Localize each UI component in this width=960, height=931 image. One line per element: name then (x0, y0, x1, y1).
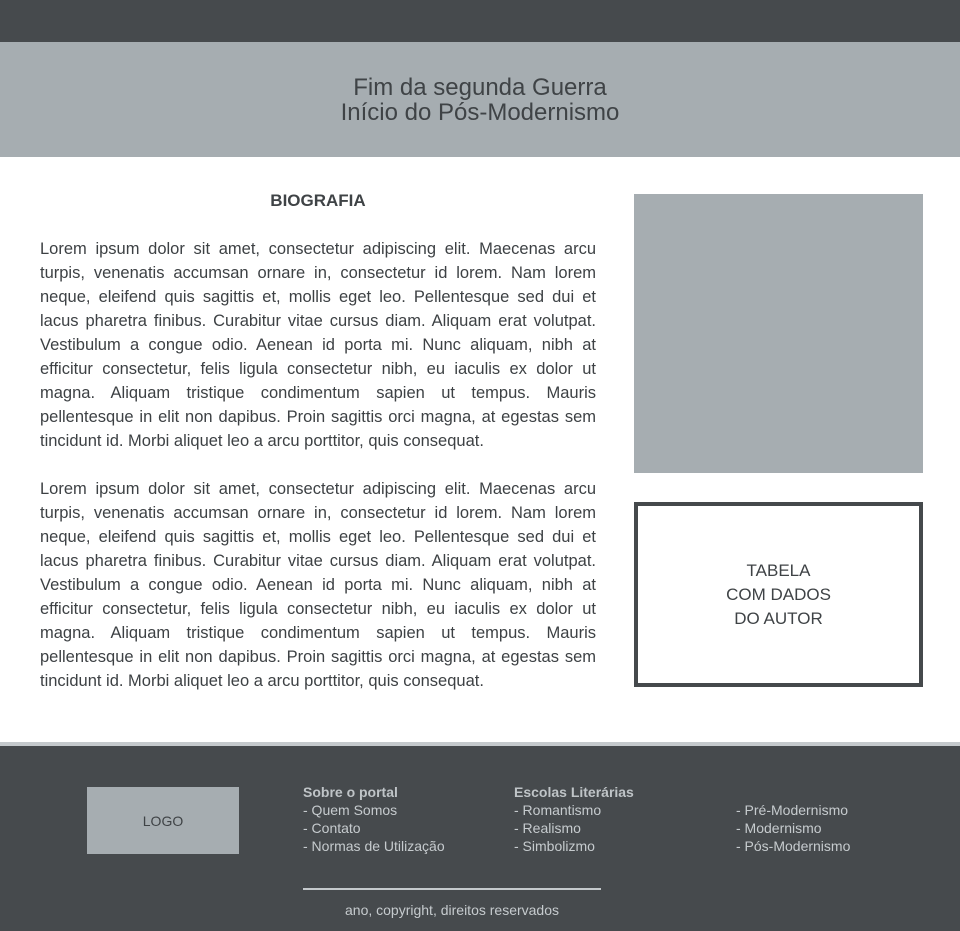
footer-link-romantismo[interactable]: - Romantismo (514, 801, 634, 819)
author-table-label: DO AUTOR (734, 608, 823, 628)
author-data-table: TABELA COM DADOS DO AUTOR (634, 502, 923, 687)
footer-about-column: Sobre o portal - Quem Somos - Contato - … (303, 783, 445, 855)
author-table-label: COM DADOS (726, 584, 831, 604)
main-content: BIOGRAFIA Lorem ipsum dolor sit amet, co… (0, 157, 960, 742)
hero-title-line-1: Fim da segunda Guerra (353, 73, 607, 101)
footer-rule (303, 888, 601, 890)
biography-title: BIOGRAFIA (270, 191, 366, 210)
footer-link-simbolizmo[interactable]: - Simbolizmo (514, 837, 634, 855)
top-bar (0, 0, 960, 42)
footer-link-contato[interactable]: - Contato (303, 819, 445, 837)
hero-title-line-2: Início do Pós-Modernismo (340, 98, 620, 126)
footer-link-quem-somos[interactable]: - Quem Somos (303, 801, 445, 819)
footer-link-normas[interactable]: - Normas de Utilização (303, 837, 445, 855)
footer-schools-heading: Escolas Literárias (514, 784, 634, 800)
hero-banner: Fim da segunda Guerra Início do Pós-Mode… (0, 42, 960, 157)
footer-copyright: ano, copyright, direitos reservados (345, 902, 559, 918)
footer: LOGO Sobre o portal - Quem Somos - Conta… (0, 746, 960, 931)
footer-schools-column: Escolas Literárias - Romantismo - Realis… (514, 783, 634, 855)
footer-link-realismo[interactable]: - Realismo (514, 819, 634, 837)
author-table-label: TABELA (746, 560, 811, 580)
footer-link-pos-modernismo[interactable]: - Pós-Modernismo (736, 837, 850, 855)
author-photo-placeholder (634, 194, 923, 473)
biography-paragraph: Lorem ipsum dolor sit amet, consectetur … (40, 480, 596, 690)
footer-logo[interactable]: LOGO (87, 787, 239, 854)
footer-about-heading: Sobre o portal (303, 784, 398, 800)
biography-paragraph: Lorem ipsum dolor sit amet, consectetur … (40, 240, 596, 450)
footer-link-modernismo[interactable]: - Modernismo (736, 819, 850, 837)
footer-schools-column-more: - Pré-Modernismo - Modernismo - Pós-Mode… (736, 801, 850, 855)
footer-link-pre-modernismo[interactable]: - Pré-Modernismo (736, 801, 850, 819)
